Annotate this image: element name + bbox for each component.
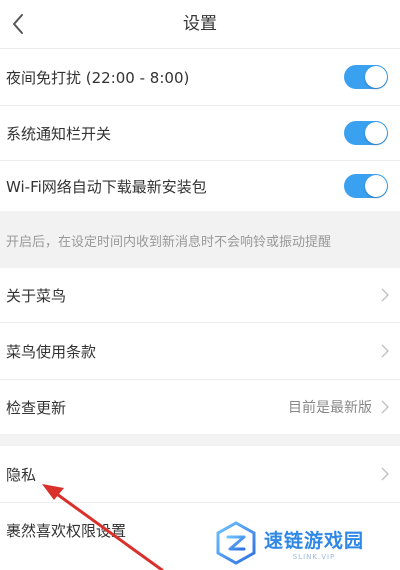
menu-item-terms[interactable]: 菜鸟使用条款 — [0, 323, 400, 379]
night-mode-toggle[interactable] — [344, 65, 388, 89]
menu-item-privacy[interactable]: 隐私 — [0, 446, 400, 502]
toggle-label: 系统通知栏开关 — [6, 124, 112, 143]
toggle-knob — [365, 175, 387, 197]
notification-bar-toggle[interactable] — [344, 121, 388, 145]
toggle-knob — [365, 66, 387, 88]
update-status: 目前是最新版 — [288, 400, 372, 416]
watermark: 速链游戏园 SLINK.VIP — [200, 516, 400, 570]
toggle-label: 夜间免打扰 (22:00 - 8:00) — [6, 68, 190, 87]
watermark-text: 速链游戏园 SLINK.VIP — [264, 526, 364, 561]
menu-item-label: 菜鸟使用条款 — [6, 342, 97, 361]
settings-screen: 设置 夜间免打扰 (22:00 - 8:00) 系统通知栏开关 Wi-Fi网络自… — [0, 0, 400, 570]
toggle-knob — [365, 122, 387, 144]
toggle-label: Wi-Fi网络自动下载最新安装包 — [6, 177, 207, 196]
watermark-title: 速链游戏园 — [264, 529, 365, 552]
menu-item-check-update[interactable]: 检查更新 目前是最新版 — [0, 380, 400, 434]
night-mode-hint: 开启后，在设定时间内收到新消息时不会响铃或振动提醒 — [6, 235, 332, 250]
toggle-row-notification-bar: 系统通知栏开关 — [0, 106, 400, 160]
menu-item-about[interactable]: 关于菜鸟 — [0, 268, 400, 322]
chevron-right-icon — [378, 464, 392, 484]
toggle-row-night-mode: 夜间免打扰 (22:00 - 8:00) — [0, 49, 400, 105]
menu-item-label: 隐私 — [6, 465, 37, 484]
chevron-right-icon — [378, 341, 392, 361]
toggle-row-wifi-download: Wi-Fi网络自动下载最新安装包 — [0, 161, 400, 211]
wifi-download-toggle[interactable] — [344, 174, 388, 198]
watermark-subtitle: SLINK.VIP — [292, 552, 336, 561]
page-title: 设置 — [183, 14, 217, 34]
watermark-logo-icon — [216, 521, 256, 565]
chevron-right-icon — [378, 397, 392, 417]
chevron-right-icon — [378, 285, 392, 305]
navigation-bar: 设置 — [0, 0, 400, 49]
menu-item-label: 关于菜鸟 — [6, 286, 67, 305]
menu-item-label: 检查更新 — [6, 398, 67, 417]
